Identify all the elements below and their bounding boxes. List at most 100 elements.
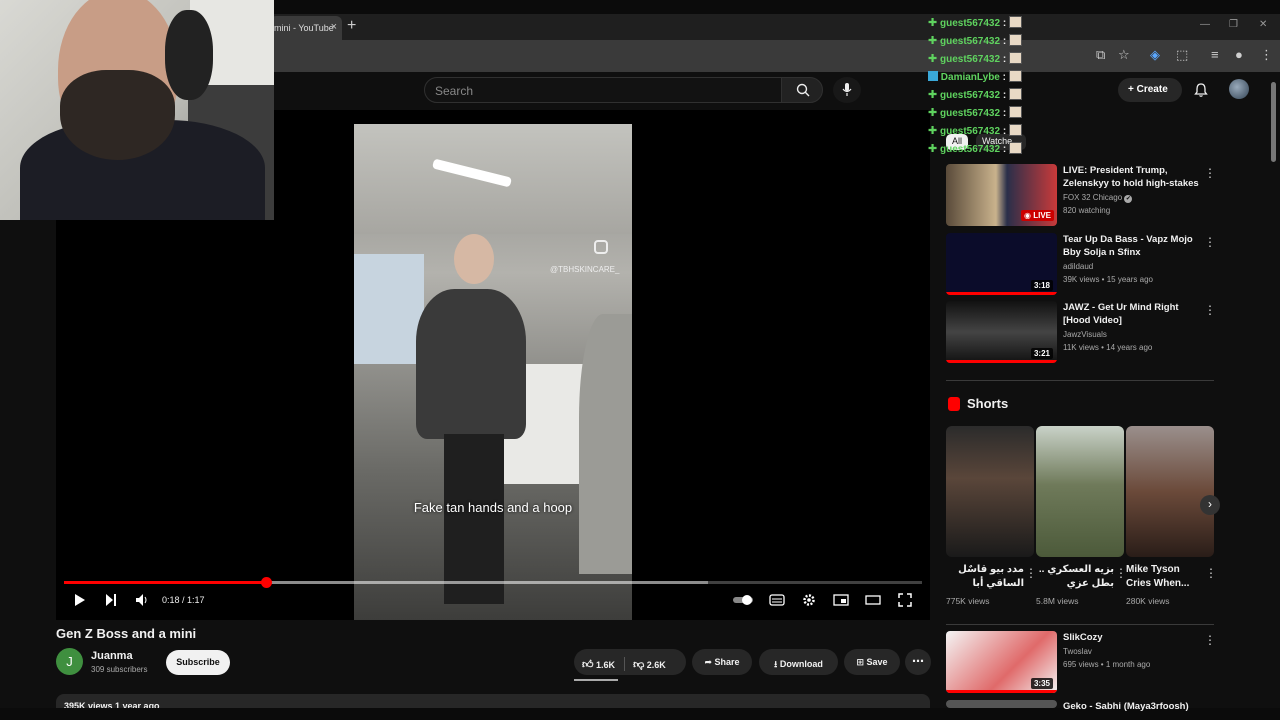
chat-username[interactable]: DamianLybe [941, 72, 1000, 83]
video-thumbnail[interactable]: 3:21 [946, 301, 1057, 363]
more-vertical-icon[interactable]: ⋮ [1204, 633, 1216, 647]
fullscreen-icon[interactable] [898, 590, 912, 610]
short-item[interactable]: Mike Tyson Cries When... 280K views ⋮ [1126, 426, 1217, 606]
subscribe-button[interactable]: Subscribe [166, 650, 230, 675]
miniplayer-icon[interactable] [833, 590, 849, 610]
more-vertical-icon[interactable]: ⋮ [1204, 303, 1216, 317]
short-thumbnail[interactable] [1036, 426, 1124, 557]
video-thumbnail[interactable]: 3:18 [946, 233, 1057, 295]
recommendation-title[interactable]: Tear Up Da Bass - Vapz Mojo Bby Solja n … [1063, 233, 1201, 259]
chat-username[interactable]: guest567432 [940, 18, 1000, 29]
close-window-icon[interactable]: ✕ [1259, 19, 1267, 30]
subscriber-badge-icon [928, 71, 938, 81]
recommendation-stats: 695 views • 1 month ago [1063, 660, 1151, 669]
scrollbar-thumb[interactable] [1271, 82, 1276, 162]
play-icon[interactable] [74, 590, 86, 610]
like-button[interactable]: 👍︎ 1.6K [582, 659, 615, 671]
create-button[interactable]: + Create [1118, 78, 1182, 102]
reading-list-icon[interactable]: ≡ [1211, 47, 1219, 62]
emote-icon [1008, 142, 1022, 154]
microphone-icon [842, 83, 852, 96]
plus-badge-icon: ✚ [928, 143, 938, 155]
chat-username[interactable]: guest567432 [940, 36, 1000, 47]
chat-username[interactable]: guest567432 [940, 90, 1000, 101]
recommendation-channel[interactable]: JawzVisuals [1063, 330, 1107, 339]
chat-username[interactable]: guest567432 [940, 54, 1000, 65]
more-actions-button[interactable]: ⋯ [905, 649, 931, 675]
maximize-icon[interactable]: ❐ [1229, 19, 1238, 30]
autoplay-toggle-icon[interactable] [732, 590, 756, 610]
recommendation-title[interactable]: JAWZ - Get Ur Mind Right [Hood Video] [1063, 301, 1201, 327]
chat-message: ✚ guest567432 : [928, 142, 1048, 160]
bookmark-icon: ⊞ [856, 657, 867, 667]
extension-audio-icon[interactable]: ◈ [1150, 47, 1160, 63]
recommendation-title[interactable]: SlikCozy [1063, 631, 1201, 644]
chat-username[interactable]: guest567432 [940, 108, 1000, 119]
recommendation-channel[interactable]: adildaud [1063, 262, 1093, 271]
video-thumbnail[interactable]: ◉ LIVE [946, 164, 1057, 226]
watched-progress-bar [946, 360, 1057, 363]
recommendation-item[interactable]: 3:35 SlikCozy Twoslav 695 views • 1 month a… [946, 631, 1216, 693]
shorts-next-button[interactable]: › [1200, 495, 1220, 515]
recommendation-item[interactable]: 3:18 Tear Up Da Bass - Vapz Mojo Bby Solj… [946, 233, 1216, 295]
recommendation-item[interactable]: ◉ LIVE LIVE: President Trump, Zelenskyy t… [946, 164, 1216, 226]
thumbs-down-icon: 👎︎ [633, 659, 645, 671]
settings-gear-icon[interactable] [802, 590, 816, 610]
short-thumbnail[interactable] [946, 426, 1034, 557]
short-title[interactable]: مدد بيو قاسٌل الساقي أبا الفضل [946, 563, 1024, 591]
short-item[interactable]: مدد بيو قاسٌل الساقي أبا الفضل 775K views… [946, 426, 1037, 606]
notifications-bell-icon[interactable] [1193, 82, 1209, 98]
extensions-icon[interactable]: ⬚ [1176, 47, 1188, 63]
short-thumbnail[interactable] [1126, 426, 1214, 557]
short-views: 775K views [946, 596, 990, 606]
tab-title: mini - YouTube [274, 23, 334, 33]
browser-menu-icon[interactable]: ⋮ [1260, 47, 1273, 63]
recommendation-item[interactable]: Geko - Sabhi (Maya3rfoosh) [946, 700, 1216, 712]
short-title[interactable]: Mike Tyson Cries When... [1126, 563, 1204, 591]
subtitles-icon[interactable] [769, 590, 785, 610]
save-button[interactable]: ⊞ Save [844, 649, 900, 675]
voice-search-button[interactable] [833, 77, 861, 103]
recommendation-title[interactable]: LIVE: President Trump, Zelenskyy to hold… [1063, 164, 1201, 191]
next-video-icon[interactable] [105, 590, 117, 610]
share-button[interactable]: ➦ Share [692, 649, 752, 675]
recommendation-item[interactable]: 3:21 JAWZ - Get Ur Mind Right [Hood Video… [946, 301, 1216, 363]
video-thumbnail[interactable]: 3:35 [946, 631, 1057, 693]
volume-icon[interactable] [136, 590, 148, 610]
recommendation-channel[interactable]: Twoslav [1063, 647, 1092, 656]
recommendation-title[interactable]: Geko - Sabhi (Maya3rfoosh) [1063, 700, 1201, 713]
more-vertical-icon[interactable]: ⋮ [1205, 566, 1217, 580]
minimize-icon[interactable]: — [1200, 19, 1210, 30]
dislike-button[interactable]: 👎︎ 2.6K [633, 659, 666, 671]
bookmark-star-icon[interactable]: ☆ [1118, 47, 1130, 63]
progress-bar[interactable] [64, 577, 922, 588]
short-item[interactable]: بزيه العسكري .. بطل عزي يصافح5.8M views⋮ [1036, 426, 1127, 606]
channel-name[interactable]: Juanma [91, 650, 133, 662]
theater-mode-icon[interactable] [865, 590, 881, 610]
chat-username[interactable]: guest567432 [940, 126, 1000, 137]
download-button[interactable]: ⭳ Download [759, 649, 838, 675]
more-vertical-icon[interactable]: ⋮ [1204, 235, 1216, 249]
search-input[interactable]: Search [424, 77, 782, 103]
account-avatar[interactable] [1229, 79, 1249, 99]
recommendation-channel[interactable]: FOX 32 Chicago ✔ [1063, 193, 1133, 203]
browser-tab[interactable]: mini - YouTube × [270, 16, 342, 40]
page-scrollbar[interactable] [1271, 82, 1277, 702]
scrubber-handle[interactable] [260, 577, 272, 588]
chat-message: ✚ guest567432 : [928, 124, 1048, 142]
emote-icon [1008, 70, 1022, 82]
channel-avatar[interactable]: J [56, 648, 83, 675]
subscriber-count: 309 subscribers [91, 665, 148, 674]
short-title[interactable]: بزيه العسكري .. بطل عزي يصافح [1036, 563, 1114, 591]
search-button[interactable] [781, 77, 823, 103]
more-vertical-icon[interactable]: ⋮ [1204, 166, 1216, 180]
emote-icon [1008, 16, 1022, 28]
chat-username[interactable]: guest567432 [940, 144, 1000, 155]
duration-badge: 3:35 [1030, 678, 1053, 689]
new-tab-button[interactable]: + [347, 17, 356, 35]
close-tab-icon[interactable]: × [331, 21, 337, 33]
video-frame[interactable]: @TBHSKINCARE_ Fake tan hands and a hoop [354, 124, 632, 620]
video-thumbnail[interactable] [946, 700, 1057, 708]
profile-icon[interactable]: ● [1235, 47, 1243, 62]
install-app-icon[interactable]: ⧉ [1096, 47, 1105, 63]
